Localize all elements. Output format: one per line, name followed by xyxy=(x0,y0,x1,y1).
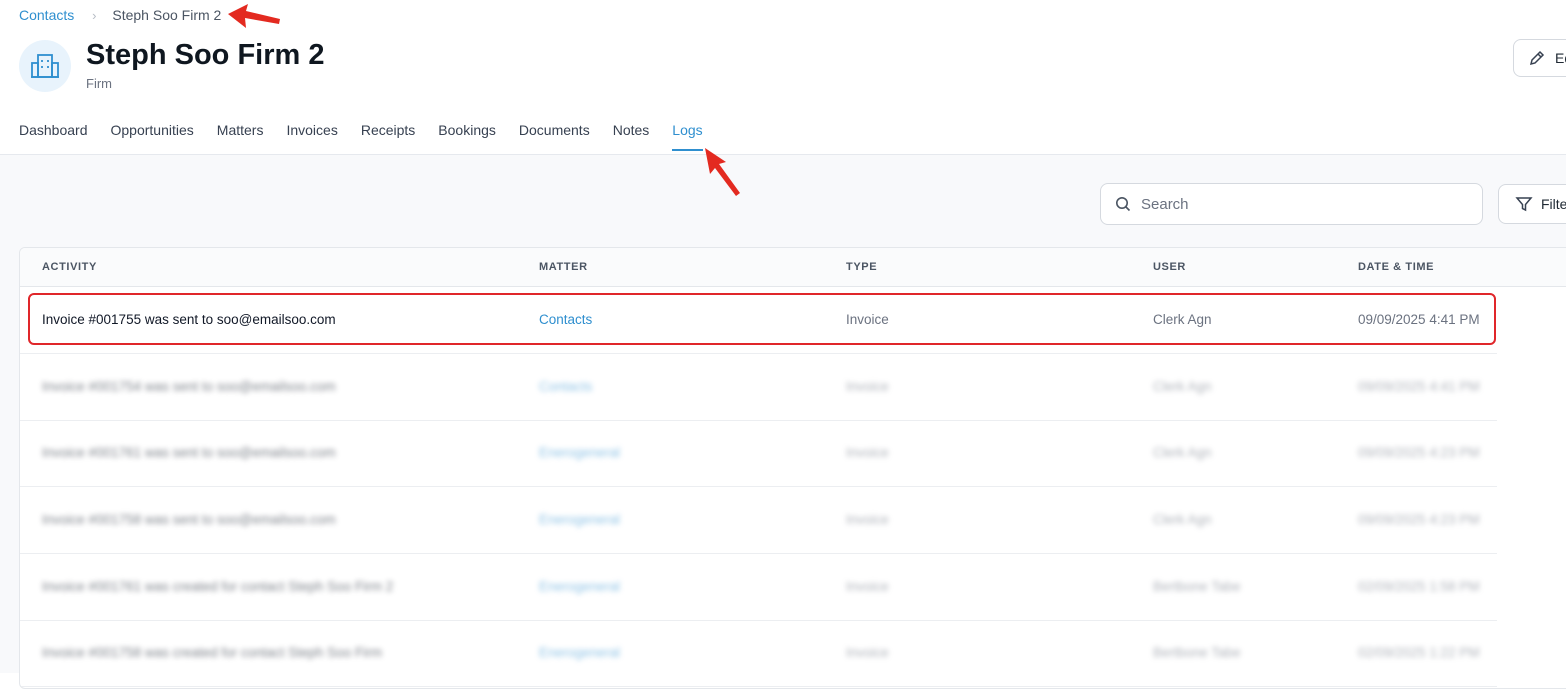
table-row[interactable]: Invoice #001761 was sent to soo@emailsoo… xyxy=(20,420,1497,487)
table-row[interactable]: Invoice #001758 was created for contact … xyxy=(20,620,1497,687)
logs-table: ACTIVITY MATTER TYPE USER DATE & TIME In… xyxy=(19,247,1566,689)
edit-button[interactable]: Ed xyxy=(1513,39,1566,77)
table-header: ACTIVITY MATTER TYPE USER DATE & TIME xyxy=(20,248,1566,287)
activity-cell: Invoice #001755 was sent to soo@emailsoo… xyxy=(42,312,336,327)
activity-cell: Invoice #001761 was created for contact … xyxy=(42,579,394,594)
user-cell: Clerk Agn xyxy=(1153,312,1212,327)
pencil-icon xyxy=(1529,50,1545,66)
building-icon xyxy=(31,54,59,78)
tab-opportunities[interactable]: Opportunities xyxy=(111,122,194,150)
column-header-activity[interactable]: ACTIVITY xyxy=(42,261,97,273)
matter-link[interactable]: Contacts xyxy=(539,312,592,327)
datetime-cell: 09/09/2025 4:41 PM xyxy=(1358,379,1480,394)
matter-link[interactable]: Enerogeneral xyxy=(539,512,620,527)
user-cell: Clerk Agn xyxy=(1153,379,1212,394)
page-title: Steph Soo Firm 2 xyxy=(86,39,325,71)
filter-button[interactable]: Filte xyxy=(1498,184,1566,224)
filter-button-label: Filte xyxy=(1541,196,1566,212)
type-cell: Invoice xyxy=(846,445,889,460)
table-row[interactable]: Invoice #001755 was sent to soo@emailsoo… xyxy=(20,287,1497,354)
column-header-type[interactable]: TYPE xyxy=(846,261,877,273)
matter-link[interactable]: Contacts xyxy=(539,379,592,394)
user-cell: Clerk Agn xyxy=(1153,445,1212,460)
avatar xyxy=(19,40,71,92)
activity-cell: Invoice #001761 was sent to soo@emailsoo… xyxy=(42,445,336,460)
tab-bar: Dashboard Opportunities Matters Invoices… xyxy=(19,122,704,151)
activity-cell: Invoice #001754 was sent to soo@emailsoo… xyxy=(42,379,336,394)
user-cell: Clerk Agn xyxy=(1153,512,1212,527)
table-row[interactable]: Invoice #001754 was sent to soo@emailsoo… xyxy=(20,354,1497,421)
matter-link[interactable]: Enerogeneral xyxy=(539,579,620,594)
datetime-cell: 09/09/2025 4:41 PM xyxy=(1358,312,1480,327)
tab-notes[interactable]: Notes xyxy=(613,122,650,150)
datetime-cell: 02/09/2025 1:58 PM xyxy=(1358,579,1480,594)
tab-logs[interactable]: Logs xyxy=(672,122,704,151)
breadcrumb-current: Steph Soo Firm 2 xyxy=(112,7,222,23)
type-cell: Invoice xyxy=(846,645,889,660)
breadcrumb-contacts-link[interactable]: Contacts xyxy=(19,7,74,23)
datetime-cell: 09/09/2025 4:23 PM xyxy=(1358,512,1480,527)
page-subtitle: Firm xyxy=(86,76,112,91)
tab-documents[interactable]: Documents xyxy=(519,122,590,150)
tab-dashboard[interactable]: Dashboard xyxy=(19,122,88,150)
type-cell: Invoice xyxy=(846,579,889,594)
edit-button-label: Ed xyxy=(1555,50,1566,66)
search-icon xyxy=(1116,197,1131,212)
user-cell: Bertbone Tabe xyxy=(1153,645,1241,660)
column-header-datetime[interactable]: DATE & TIME xyxy=(1358,261,1434,273)
tab-invoices[interactable]: Invoices xyxy=(286,122,337,150)
filter-icon xyxy=(1515,197,1533,212)
type-cell: Invoice xyxy=(846,312,889,327)
tab-receipts[interactable]: Receipts xyxy=(361,122,415,150)
type-cell: Invoice xyxy=(846,512,889,527)
search-input[interactable] xyxy=(1139,194,1463,214)
search-box[interactable] xyxy=(1100,183,1483,225)
type-cell: Invoice xyxy=(846,379,889,394)
user-cell: Bertbone Tabe xyxy=(1153,579,1241,594)
table-row[interactable]: Invoice #001758 was sent to soo@emailsoo… xyxy=(20,487,1497,554)
annotation-arrow-icon xyxy=(228,4,280,28)
activity-cell: Invoice #001758 was created for contact … xyxy=(42,645,382,660)
column-header-matter[interactable]: MATTER xyxy=(539,261,588,273)
tab-bookings[interactable]: Bookings xyxy=(438,122,496,150)
matter-link[interactable]: Enerogeneral xyxy=(539,645,620,660)
annotation-arrow-icon xyxy=(705,148,740,196)
chevron-right-icon: › xyxy=(92,8,97,23)
datetime-cell: 02/09/2025 1:22 PM xyxy=(1358,645,1480,660)
matter-link[interactable]: Enerogeneral xyxy=(539,445,620,460)
table-row[interactable]: Invoice #001761 was created for contact … xyxy=(20,554,1497,621)
activity-cell: Invoice #001758 was sent to soo@emailsoo… xyxy=(42,512,336,527)
breadcrumb: Contacts › Steph Soo Firm 2 xyxy=(19,6,221,25)
tab-matters[interactable]: Matters xyxy=(217,122,264,150)
column-header-user[interactable]: USER xyxy=(1153,261,1186,273)
datetime-cell: 09/09/2025 4:23 PM xyxy=(1358,445,1480,460)
